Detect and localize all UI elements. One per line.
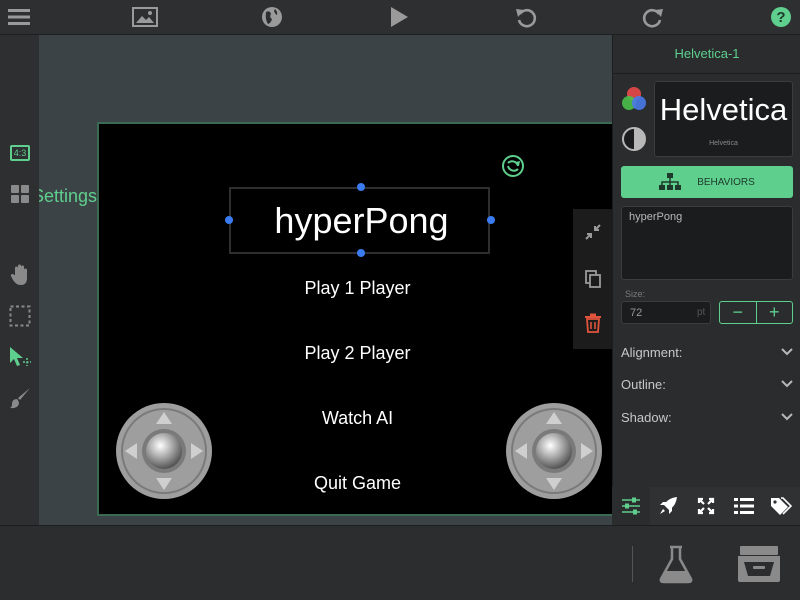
sliders-icon (621, 497, 640, 515)
resize-handle-bottom[interactable] (357, 249, 365, 257)
expand-icon (697, 497, 715, 515)
aspect-ratio-label: 4:3 (9, 145, 31, 161)
object-toolbar (573, 209, 612, 349)
outline-label: Outline: (621, 376, 666, 392)
help-icon[interactable]: ? (768, 5, 794, 29)
title-selection-box[interactable]: hyperPong (225, 183, 495, 257)
panel-tab-bar (612, 487, 800, 525)
behaviors-label: BEHAVIORS (697, 176, 755, 188)
image-icon[interactable] (132, 5, 158, 29)
behaviors-button[interactable]: BEHAVIORS (621, 166, 793, 198)
decrease-size-button[interactable]: − (720, 302, 757, 323)
tab-list[interactable] (724, 487, 763, 525)
scene-canvas[interactable]: Settings hyperPong Play 1 Player Play 2 … (39, 35, 612, 525)
increase-size-button[interactable]: + (757, 302, 793, 323)
size-value: 72 (630, 307, 643, 319)
play-icon[interactable] (386, 5, 412, 29)
properties-panel: Helvetica-1 Helvetica Helvetica BEHAVIOR… (612, 35, 800, 525)
size-label: Size: (625, 289, 646, 299)
redo-icon[interactable] (640, 5, 666, 29)
text-content-field[interactable]: hyperPong (621, 206, 793, 280)
font-preview-sample: Helvetica (659, 92, 788, 127)
font-name: Helvetica (709, 140, 738, 147)
pointer-select-icon[interactable] (7, 345, 33, 371)
archive-icon[interactable] (736, 544, 782, 584)
alignment-label: Alignment: (621, 344, 683, 360)
svg-text:?: ? (776, 9, 785, 26)
chevron-down-icon (781, 348, 793, 356)
shadow-label: Shadow: (621, 409, 672, 425)
contrast-icon[interactable] (621, 126, 647, 152)
resize-handle-top[interactable] (357, 183, 365, 191)
shrink-icon[interactable] (580, 219, 606, 245)
resize-handle-right[interactable] (487, 216, 495, 224)
hand-icon[interactable] (7, 262, 33, 288)
menu-play-1-player[interactable]: Play 1 Player (99, 278, 612, 299)
tab-properties[interactable] (612, 487, 650, 525)
aspect-ratio-icon[interactable]: 4:3 (7, 140, 33, 166)
left-joystick-icon[interactable] (115, 402, 213, 500)
undo-icon[interactable] (513, 5, 539, 29)
bottom-bar (0, 525, 800, 600)
chevron-down-icon (781, 413, 793, 421)
left-toolbar: 4:3 (0, 35, 39, 525)
shadow-row[interactable]: Shadow: (621, 406, 793, 428)
brush-icon[interactable] (7, 385, 33, 411)
color-icon[interactable] (620, 85, 648, 113)
game-title[interactable]: hyperPong (231, 189, 492, 252)
size-unit: pt (697, 307, 706, 318)
grid-icon[interactable] (7, 181, 33, 207)
chevron-down-icon (781, 380, 793, 388)
tab-launch[interactable] (649, 487, 688, 525)
flask-icon[interactable] (656, 544, 696, 584)
menu-play-2-player[interactable]: Play 2 Player (99, 343, 612, 364)
rotate-icon[interactable] (501, 154, 525, 178)
delete-icon[interactable] (580, 310, 606, 336)
right-joystick-icon[interactable] (505, 402, 603, 500)
size-input[interactable]: 72 pt (621, 301, 711, 324)
top-toolbar: ? (0, 0, 800, 35)
rocket-icon (660, 497, 678, 514)
panel-divider (613, 73, 800, 74)
object-name: Helvetica-1 (674, 46, 740, 61)
duplicate-icon[interactable] (580, 266, 606, 292)
resize-handle-left[interactable] (225, 216, 233, 224)
globe-icon[interactable] (259, 5, 285, 29)
size-stepper: − + (719, 301, 793, 324)
alignment-row[interactable]: Alignment: (621, 341, 793, 363)
tags-icon (771, 497, 793, 515)
tab-transform[interactable] (687, 487, 725, 525)
outline-row[interactable]: Outline: (621, 373, 793, 395)
settings-label: Settings (39, 186, 98, 206)
font-preview[interactable]: Helvetica Helvetica (654, 81, 793, 157)
menu-icon[interactable] (6, 5, 32, 29)
tab-tags[interactable] (762, 487, 800, 525)
bottom-divider (632, 546, 633, 582)
game-stage[interactable]: hyperPong Play 1 Player Play 2 Player Wa… (97, 122, 612, 516)
hierarchy-icon (659, 173, 682, 190)
marquee-select-icon[interactable] (7, 303, 33, 329)
list-icon (733, 498, 754, 514)
